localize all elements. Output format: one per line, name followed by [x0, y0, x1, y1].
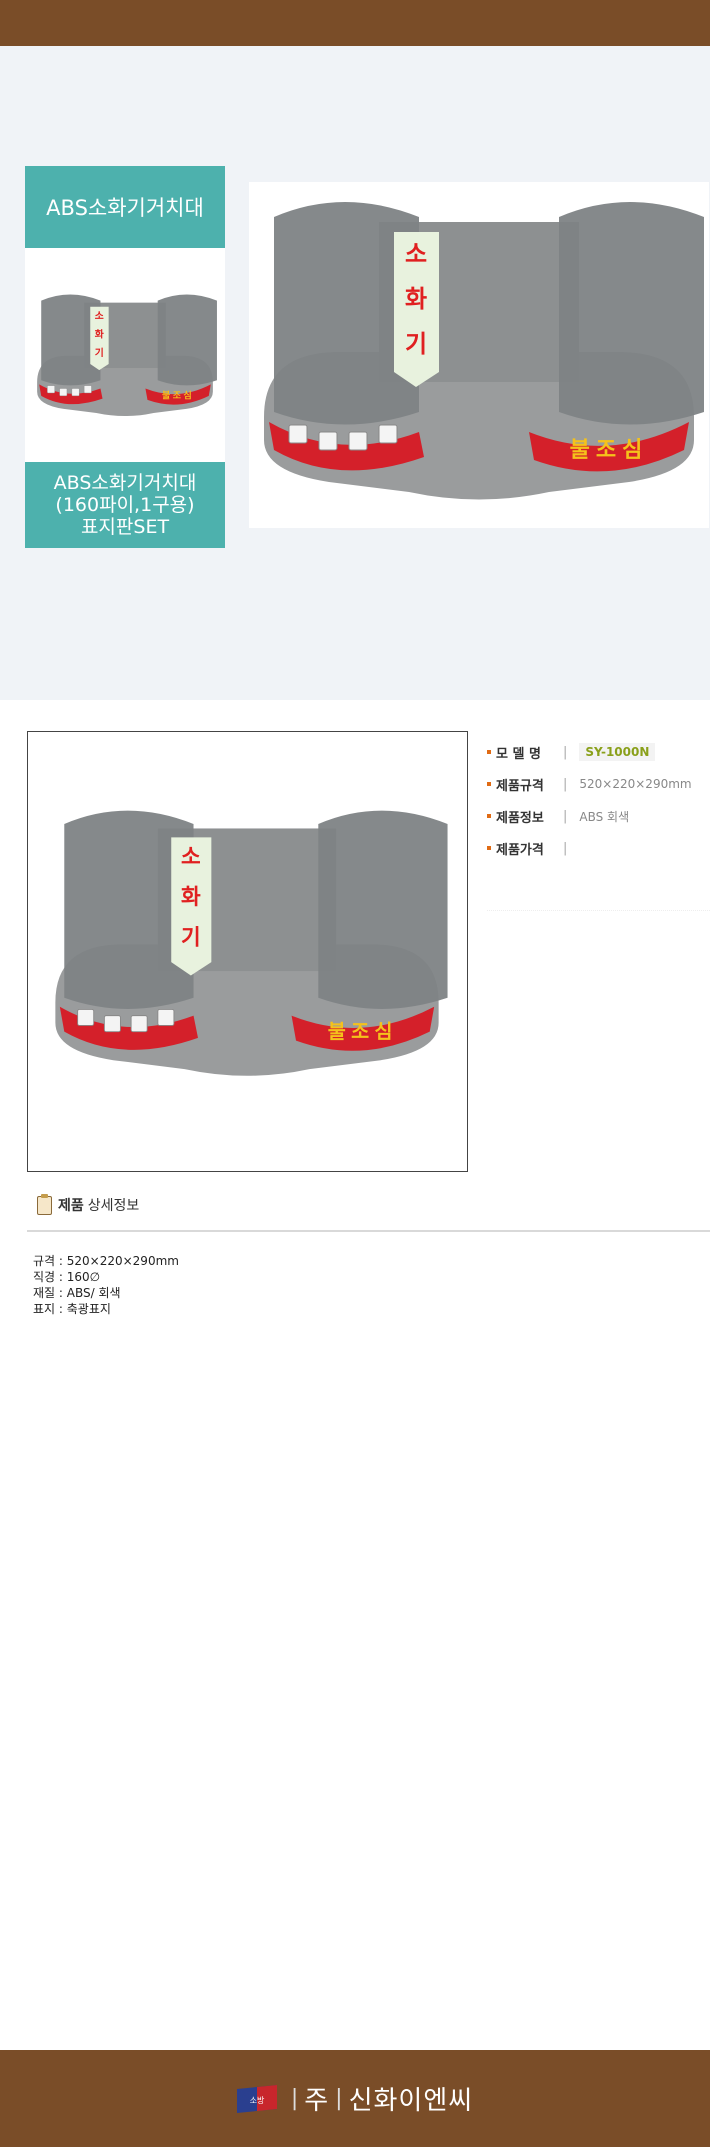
separator: | — [563, 808, 568, 824]
sign-char: 기 — [181, 925, 201, 950]
pictogram-tile — [130, 1015, 148, 1033]
spec-label: 제품정보 — [496, 810, 544, 826]
pictogram-tile — [77, 1008, 95, 1026]
bullet-icon — [487, 782, 491, 786]
spec-label: 제품가격 — [496, 842, 544, 858]
spec-row-size: 제품규격 | 520×220×290mm — [487, 768, 710, 800]
thumbnail-title: ABS소화기거치대 — [25, 166, 225, 248]
main-product-photo[interactable]: 소 화 기불조심 — [27, 731, 468, 1172]
sign-char: 소 — [405, 240, 427, 268]
sign-char: 소 — [181, 845, 201, 870]
caption-line-2: (160파이,1구용) — [55, 494, 195, 516]
front-label: 불조심 — [570, 438, 649, 463]
logo-name: 신화이엔씨 — [348, 2086, 474, 2116]
top-banner-bar — [0, 0, 710, 46]
bullet-icon — [487, 750, 491, 754]
logo-prefix: 주 — [304, 2086, 330, 2116]
list-item: 직경 : 160∅ — [33, 1270, 101, 1284]
separator: | — [335, 2086, 343, 2111]
pictogram-tile — [378, 424, 398, 444]
pictogram-tile — [59, 388, 68, 397]
spec-value-size: 520×220×290mm — [579, 777, 692, 791]
sign-char: 기 — [95, 346, 104, 359]
logo-mark-text: 소방 — [249, 2095, 264, 2105]
sign-char: 소 — [95, 310, 104, 322]
spec-row-info: 제품정보 | ABS 회색 — [487, 800, 710, 832]
pictogram-tile — [318, 431, 338, 451]
spec-label: 제품규격 — [496, 778, 544, 794]
pictogram-tile — [71, 388, 80, 397]
thumbnail-product-image: 소화기불조심 — [37, 294, 217, 417]
spec-value-model: SY-1000N — [579, 743, 656, 761]
spec-row-price: 제품가격 | — [487, 832, 710, 864]
sign-char: 화 — [95, 328, 104, 340]
title-rest: 상세정보 — [87, 1198, 140, 1214]
caption-line-1: ABS소화기거치대 — [53, 472, 197, 494]
bullet-icon — [487, 846, 491, 850]
clipboard-icon — [37, 1193, 52, 1215]
right-cylinder — [157, 294, 217, 386]
list-item: 규격 : 520×220×290mm — [33, 1254, 179, 1268]
separator: | — [563, 744, 568, 760]
list-item: 표지 : 축광표지 — [33, 1302, 111, 1316]
divider — [27, 1230, 710, 1232]
hero-product-svg: 소화기불조심 — [264, 202, 704, 500]
front-label: 불조심 — [328, 1020, 398, 1043]
footer: 소방 | 주 | 신화이엔씨 — [0, 2050, 710, 2147]
sign-char: 화 — [405, 285, 427, 313]
detail-section-title: 제품 상세정보 — [37, 1192, 139, 1218]
pictogram-tile — [288, 424, 308, 444]
pictogram-tile — [83, 385, 92, 394]
list-item: 재질 : ABS/ 회색 — [33, 1286, 121, 1300]
pictogram-tile — [348, 431, 368, 451]
thumbnail-card[interactable]: ABS소화기거치대 소 화 기불조심 ABS소화기거치대 (160파이,1구용) 표… — [25, 166, 225, 548]
caption-line-3: 표지판SET — [80, 516, 170, 538]
detail-list: 규격 : 520×220×290mm 직경 : 160∅ 재질 : ABS/ 회… — [33, 1253, 179, 1317]
separator: | — [563, 840, 568, 856]
hero-product-image: 소 화 기불조심 — [249, 182, 709, 528]
company-logo[interactable]: 소방 | 주 | 신화이엔씨 — [236, 2080, 474, 2117]
thumbnail-caption: ABS소화기거치대 (160파이,1구용) 표지판SET — [25, 462, 225, 548]
pictogram-tile — [47, 385, 55, 394]
logo-mark-icon: 소방 — [236, 2084, 277, 2113]
bullet-icon — [487, 814, 491, 818]
separator: | — [563, 776, 568, 792]
separator: | — [290, 2086, 299, 2111]
divider — [487, 902, 710, 911]
spec-value-info: ABS 회색 — [579, 809, 630, 824]
pictogram-tile — [103, 1015, 121, 1033]
right-cylinder — [559, 202, 704, 425]
sign-char: 화 — [181, 885, 201, 910]
sign-char: 기 — [405, 330, 427, 358]
spec-table: 모 델 명 | SY-1000N 제품규격 | 520×220×290mm 제품… — [487, 736, 710, 864]
right-cylinder — [318, 810, 448, 1009]
front-label: 불조심 — [162, 390, 194, 402]
main-product-svg: 소화기불조심 — [55, 810, 448, 1076]
pictogram-tile — [157, 1008, 175, 1026]
spec-row-model: 모 델 명 | SY-1000N — [487, 736, 710, 768]
spec-label: 모 델 명 — [496, 746, 541, 762]
title-bold: 제품 — [58, 1198, 84, 1214]
